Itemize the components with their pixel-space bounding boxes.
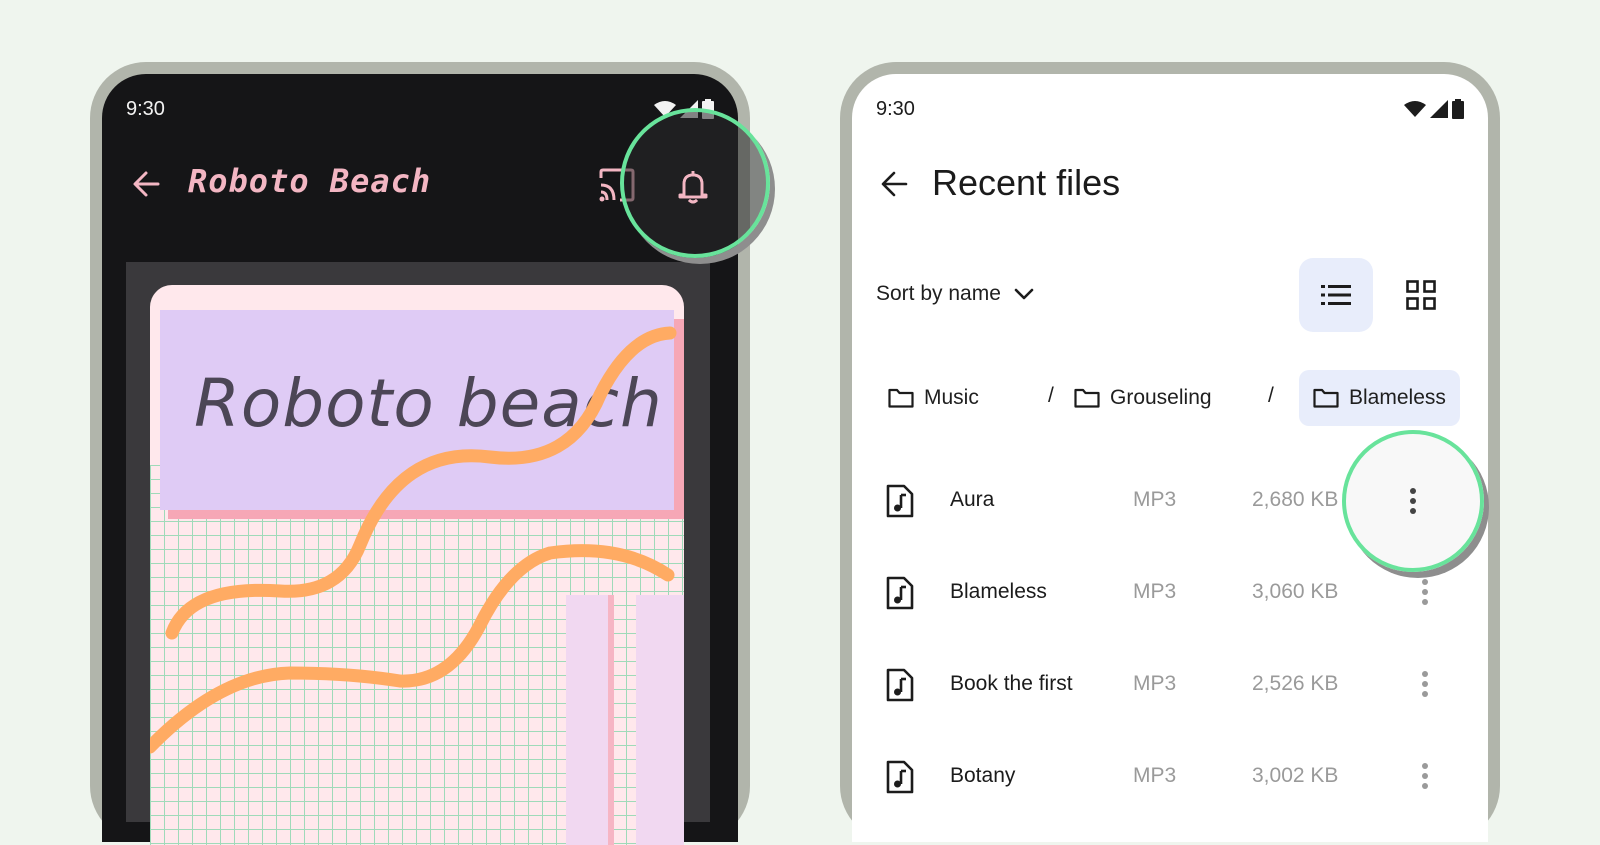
file-size: 3,002 KB <box>1252 764 1339 787</box>
file-name: Aura <box>950 488 995 511</box>
breadcrumb: Music / Grouseling / Blameless <box>876 370 1476 426</box>
sort-dropdown[interactable]: Sort by name <box>876 282 1035 306</box>
breadcrumb-item-music[interactable]: Music <box>888 370 979 426</box>
breadcrumb-separator: / <box>1268 384 1274 407</box>
file-size: 3,060 KB <box>1252 580 1339 603</box>
list-view-button[interactable] <box>1299 258 1373 332</box>
file-size: 2,680 KB <box>1252 488 1339 511</box>
file-type: MP3 <box>1133 672 1177 695</box>
file-name: Book the first <box>950 672 1073 695</box>
file-size: 2,526 KB <box>1252 672 1339 695</box>
grid-view-button[interactable] <box>1384 258 1458 332</box>
folder-icon <box>1074 388 1100 408</box>
breadcrumb-item-blameless[interactable]: Blameless <box>1299 370 1460 426</box>
breadcrumb-separator: / <box>1048 384 1054 407</box>
more-options-button[interactable] <box>1412 574 1438 610</box>
bell-icon[interactable] <box>676 168 710 204</box>
list-item[interactable]: Book the first MP3 2,526 KB <box>852 638 1488 730</box>
file-name: Blameless <box>950 580 1047 603</box>
status-icons <box>1404 99 1464 119</box>
breadcrumb-label: Blameless <box>1349 386 1446 409</box>
app-title: Roboto Beach <box>188 162 432 200</box>
back-arrow-icon[interactable] <box>128 166 164 202</box>
more-vert-icon <box>1422 671 1428 697</box>
more-vert-icon <box>1422 763 1428 789</box>
signal-icon <box>1430 100 1448 118</box>
audio-file-icon <box>886 760 914 794</box>
file-name: Botany <box>950 764 1016 787</box>
page-title: Recent files <box>932 162 1121 203</box>
file-type: MP3 <box>1133 764 1177 787</box>
poster-waves <box>150 326 677 754</box>
chevron-down-icon <box>1014 288 1034 300</box>
status-time: 9:30 <box>126 97 165 120</box>
audio-file-icon <box>886 668 914 702</box>
folder-icon <box>888 388 914 408</box>
sort-label: Sort by name <box>876 282 1001 305</box>
wifi-icon <box>1404 101 1426 117</box>
status-time: 9:30 <box>876 97 915 120</box>
grid-view-icon <box>1406 280 1436 310</box>
file-type: MP3 <box>1133 488 1177 511</box>
list-view-icon <box>1321 285 1351 305</box>
more-options-button[interactable] <box>1412 758 1438 794</box>
status-bar: 9:30 <box>126 94 714 124</box>
more-options-button[interactable] <box>1393 481 1433 521</box>
breadcrumb-item-grouseling[interactable]: Grouseling <box>1074 370 1212 426</box>
folder-icon <box>1313 388 1339 408</box>
breadcrumb-label: Music <box>924 386 979 409</box>
poster-image: Roboto beach <box>150 285 684 845</box>
audio-file-icon <box>886 484 914 518</box>
battery-icon <box>1452 99 1464 119</box>
focus-indicator-ring <box>1342 430 1484 572</box>
status-bar: 9:30 <box>876 94 1464 124</box>
file-type: MP3 <box>1133 580 1177 603</box>
list-item[interactable]: Botany MP3 3,002 KB <box>852 730 1488 822</box>
more-vert-icon <box>1410 488 1416 514</box>
audio-file-icon <box>886 576 914 610</box>
back-arrow-icon[interactable] <box>876 166 912 202</box>
more-vert-icon <box>1422 579 1428 605</box>
more-options-button[interactable] <box>1412 666 1438 702</box>
breadcrumb-label: Grouseling <box>1110 386 1212 409</box>
